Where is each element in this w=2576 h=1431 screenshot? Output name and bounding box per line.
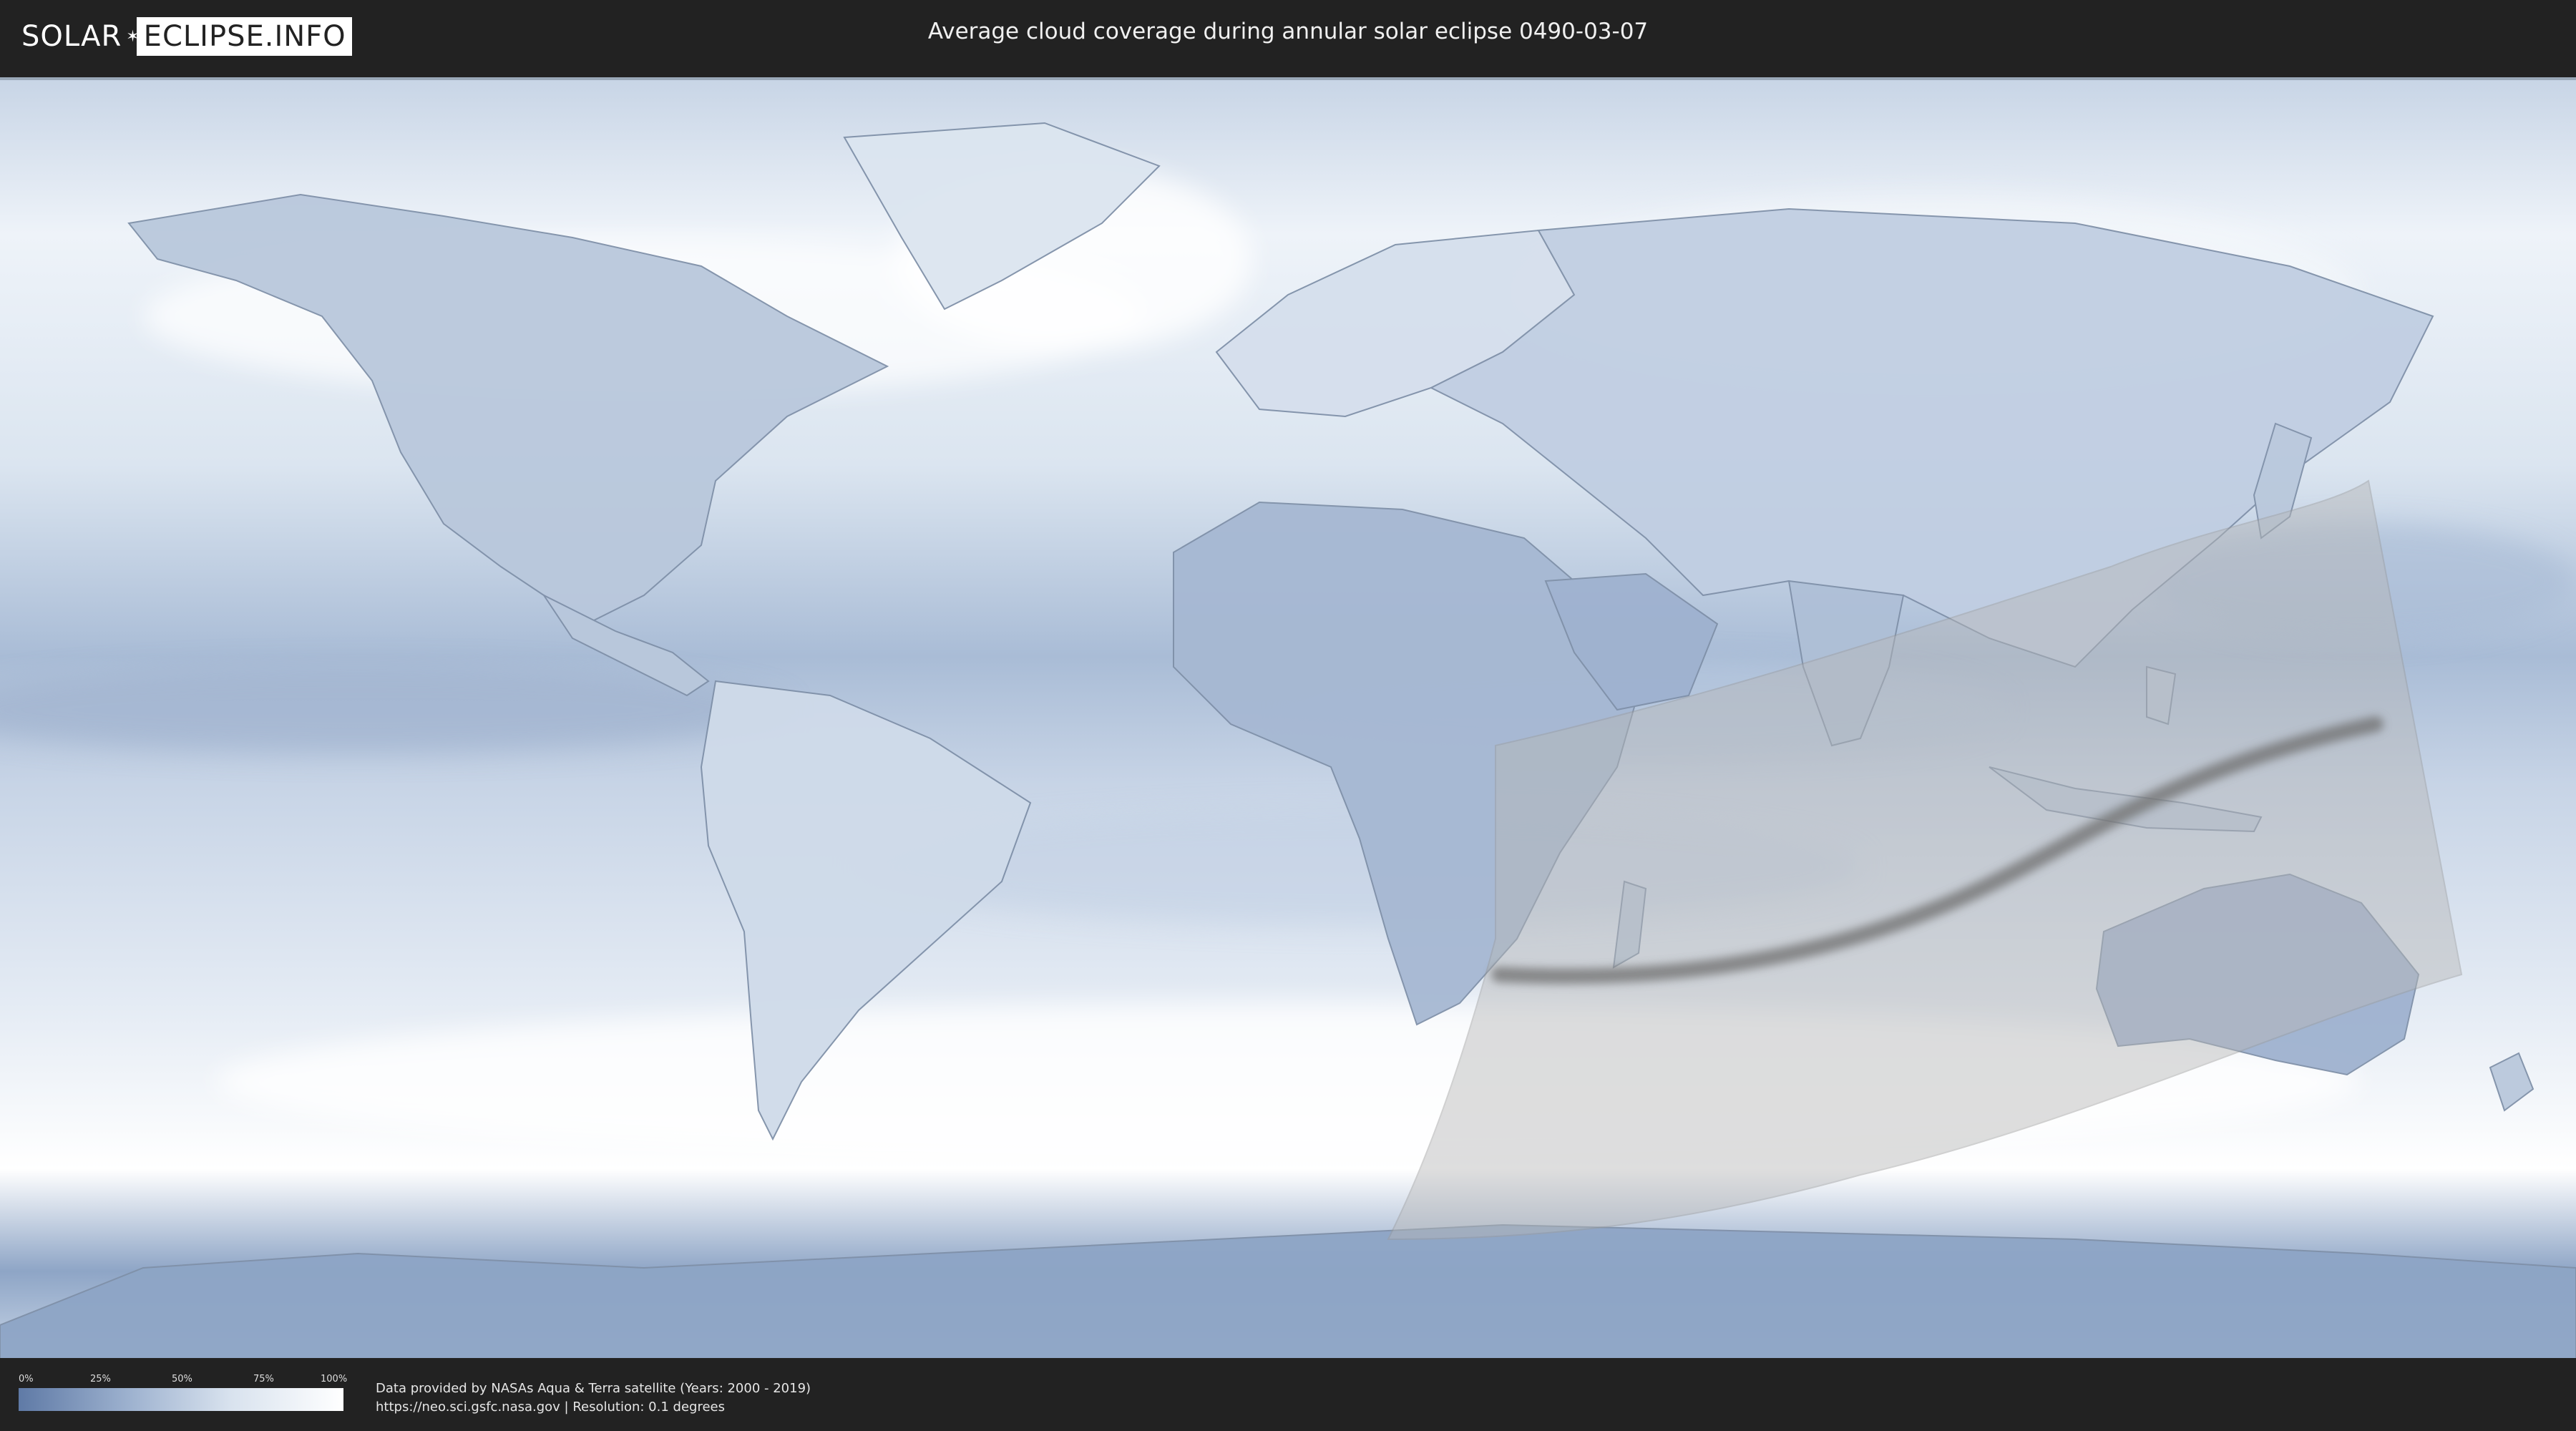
world-map-svg	[0, 80, 2576, 1361]
credits-line-1: Data provided by NASAs Aqua & Terra sate…	[376, 1381, 811, 1396]
legend-ticks: 0% 25% 50% 75% 100%	[19, 1374, 347, 1385]
legend-tick-25: 25%	[90, 1374, 111, 1384]
legend-tick-50: 50%	[172, 1374, 192, 1384]
cloud-coverage-legend: 0% 25% 50% 75% 100%	[19, 1374, 347, 1411]
legend-tick-0: 0%	[19, 1374, 34, 1384]
cloud-coverage-map[interactable]	[0, 77, 2576, 1361]
legend-tick-75: 75%	[253, 1374, 274, 1384]
footer-bar: 0% 25% 50% 75% 100% Data provided by NAS…	[0, 1358, 2576, 1431]
header-bar: SOLAR ✶ ECLIPSE.INFO Average cloud cover…	[0, 0, 2576, 72]
credits-line-2[interactable]: https://neo.sci.gsfc.nasa.gov | Resoluti…	[376, 1398, 811, 1417]
page-title: Average cloud coverage during annular so…	[927, 19, 1649, 44]
legend-tick-100: 100%	[321, 1374, 348, 1384]
legend-gradient-bar	[19, 1388, 343, 1411]
data-credits: Data provided by NASAs Aqua & Terra sate…	[376, 1379, 811, 1417]
